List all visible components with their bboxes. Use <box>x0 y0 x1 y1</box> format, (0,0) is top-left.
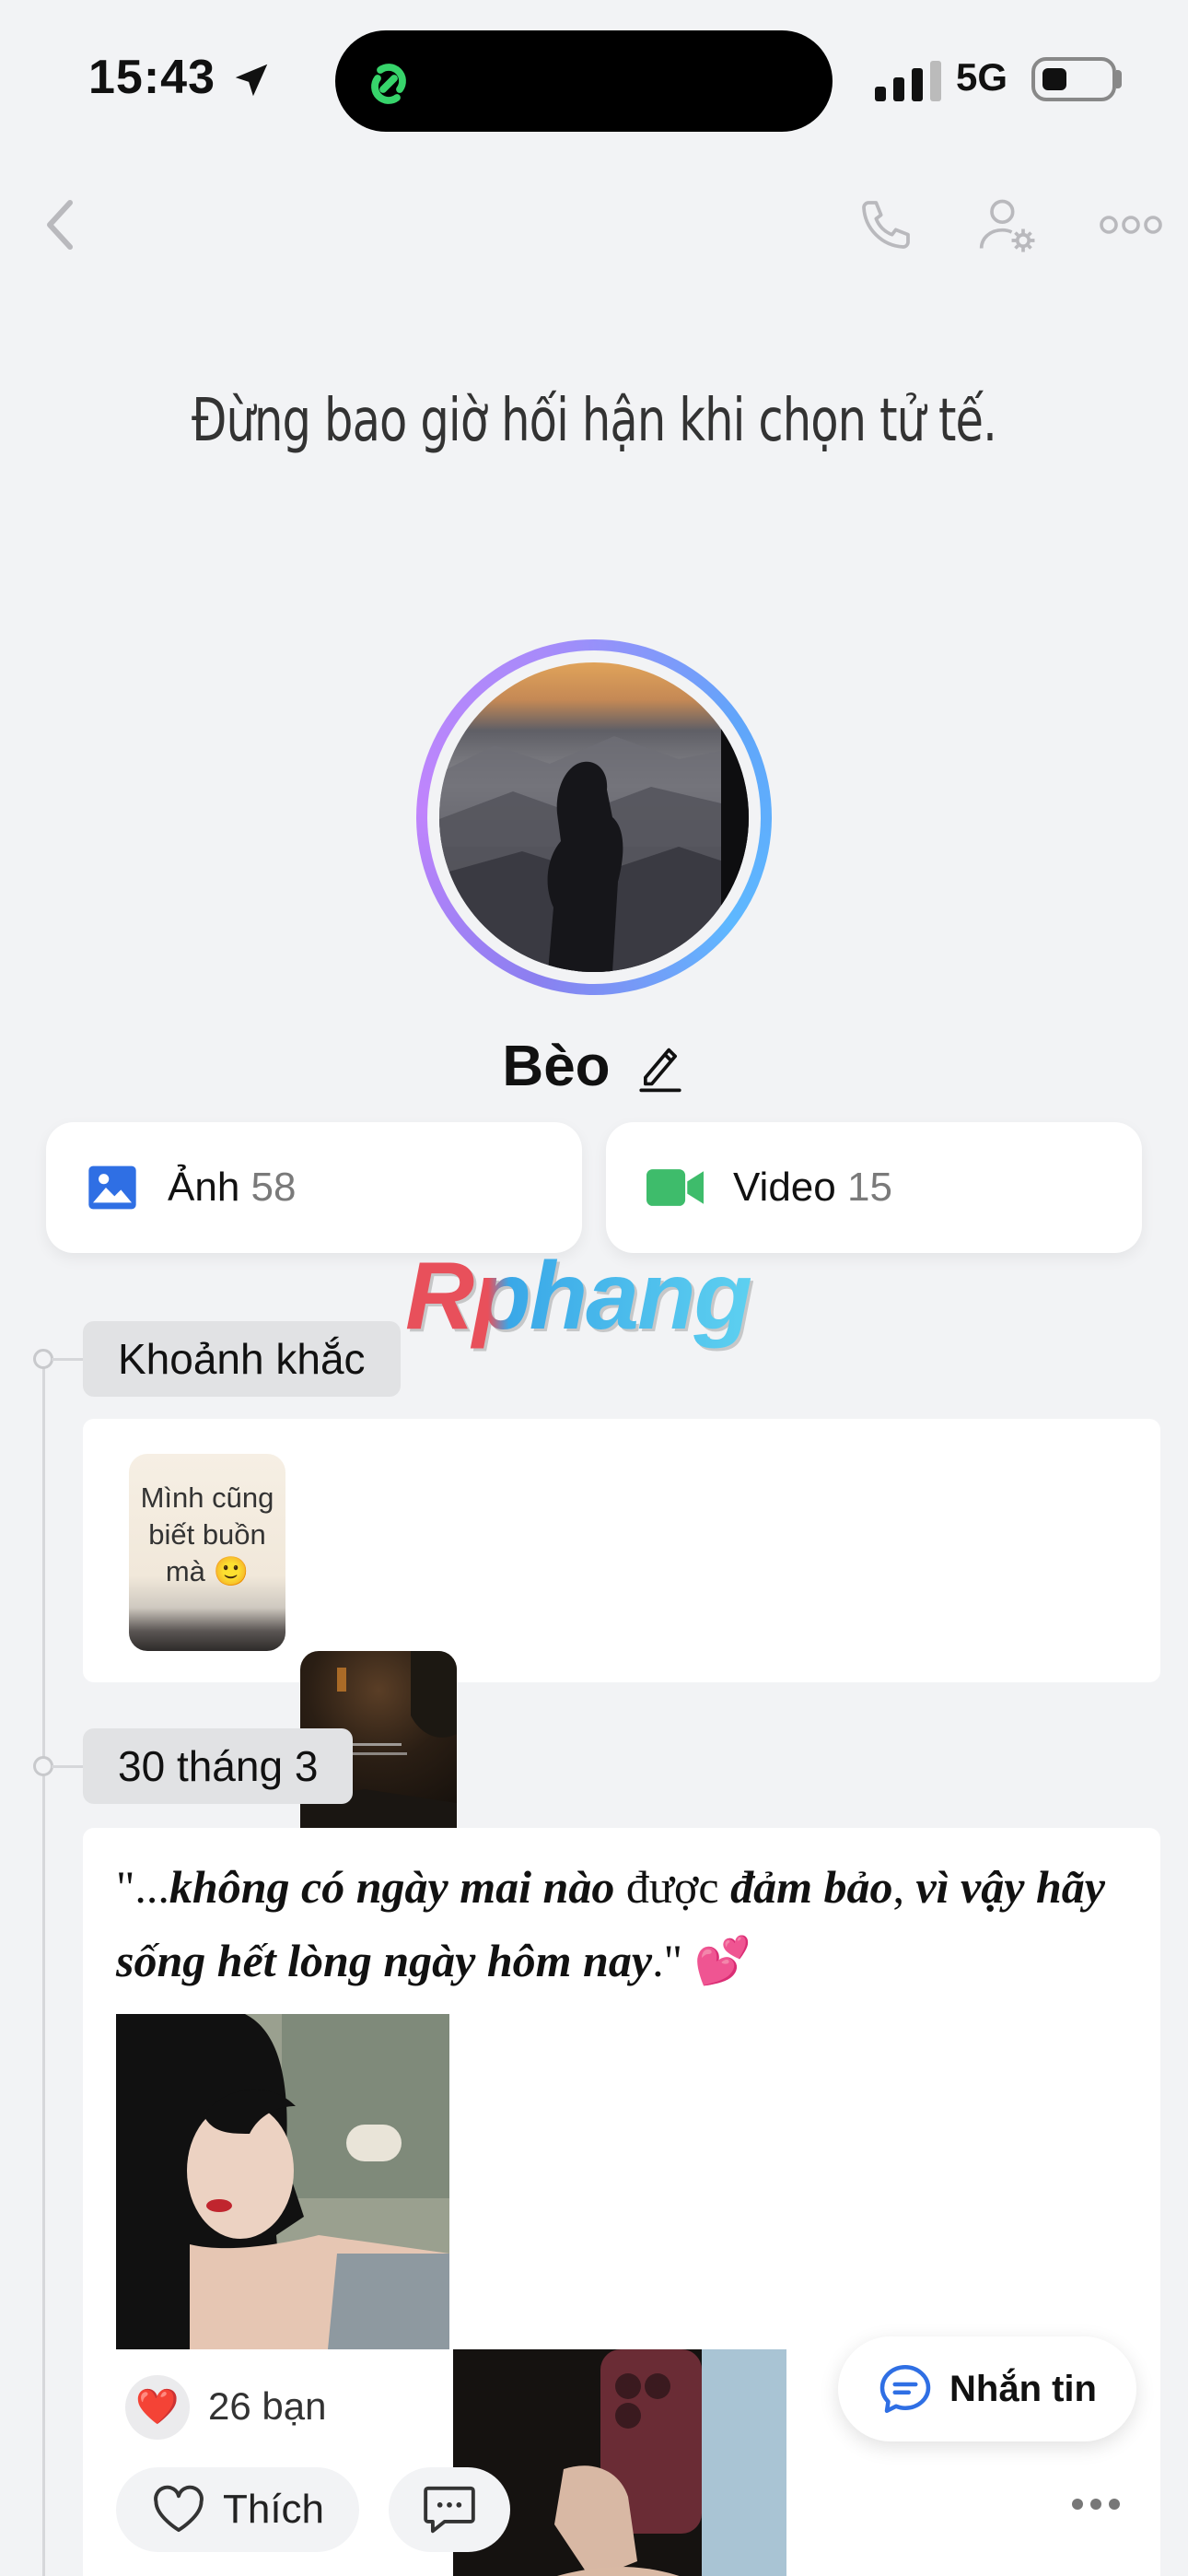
timeline-dot <box>33 1349 53 1369</box>
link-chain-icon <box>371 64 406 104</box>
videos-card[interactable]: Video 15 <box>606 1122 1142 1253</box>
more-horizontal-icon <box>1072 2499 1120 2510</box>
reaction-count[interactable]: 26 bạn <box>208 2384 326 2429</box>
image-icon <box>88 1165 136 1210</box>
avatar-image <box>439 662 749 972</box>
heart-outline-icon <box>154 2485 204 2533</box>
videos-label: Video <box>733 1165 836 1210</box>
moments-label: Khoảnh khắc <box>83 1321 401 1397</box>
caption-part: , <box>892 1861 916 1913</box>
caption-part: "... <box>116 1861 169 1913</box>
post-caption: "...không có ngày mai nào được đảm bảo, … <box>116 1850 1138 1997</box>
location-arrow-icon <box>235 64 268 97</box>
phone-icon <box>862 201 910 249</box>
chat-bubble-icon <box>879 2365 931 2413</box>
like-label: Thích <box>222 2487 325 2532</box>
call-button[interactable] <box>851 190 921 260</box>
photo-image <box>116 2014 449 2349</box>
photos-label: Ảnh <box>168 1165 240 1210</box>
message-button-label: Nhắn tin <box>949 2368 1097 2409</box>
photo-image <box>453 2349 786 2576</box>
comment-icon <box>424 2486 475 2534</box>
post-date-label: 30 tháng 3 <box>83 1728 354 1804</box>
battery-level <box>1042 68 1066 90</box>
videos-count: 15 <box>846 1165 892 1210</box>
user-settings-icon <box>979 199 1035 252</box>
caption-part: ." 💕 <box>652 1935 751 1986</box>
reaction-heart-icon[interactable]: ❤️ <box>125 2375 190 2440</box>
moments-card: Mình cũng biết buồn mà 🙂 <box>83 1419 1160 1848</box>
profile-settings-button[interactable] <box>973 190 1042 260</box>
timeline-dot <box>33 1756 53 1776</box>
caption-part: không có ngày mai nào <box>169 1861 615 1913</box>
back-button[interactable] <box>26 190 96 260</box>
more-options-button[interactable] <box>1094 190 1168 260</box>
profile-name: Bèo <box>502 1035 611 1098</box>
cover-status-text: Đừng bao giờ hối hận khi chọn tử tế. <box>191 387 997 455</box>
comment-button[interactable] <box>389 2467 510 2552</box>
moment-story[interactable]: Mình cũng biết buồn mà 🙂 <box>129 1454 285 1651</box>
photos-card[interactable]: Ảnh 58 <box>46 1122 582 1253</box>
caption-part: đảm bảo <box>730 1861 893 1913</box>
chevron-left-icon <box>47 200 73 250</box>
timeline-line <box>42 1352 45 2576</box>
network-type: 5G <box>956 55 1008 99</box>
post-photo[interactable] <box>453 2349 786 2576</box>
edit-pencil-icon[interactable] <box>635 1039 686 1095</box>
like-button[interactable]: Thích <box>116 2467 359 2552</box>
watermark-logo: Rphang <box>405 1243 752 1350</box>
more-horizontal-icon <box>1100 216 1162 234</box>
video-camera-icon <box>646 1169 704 1206</box>
post-more-button[interactable] <box>1070 2497 1122 2516</box>
moment-text: Mình cũng biết buồn mà 🙂 <box>140 1481 274 1587</box>
post-photo[interactable] <box>116 2014 449 2349</box>
battery-tip <box>1116 70 1122 88</box>
cellular-signal-icon <box>875 61 941 101</box>
avatar[interactable] <box>416 639 772 995</box>
caption-part: được <box>614 1861 731 1913</box>
message-button[interactable]: Nhắn tin <box>838 2336 1136 2441</box>
photos-count: 58 <box>250 1165 297 1210</box>
profile-name-row: Bèo <box>0 1034 1188 1099</box>
status-time: 15:43 <box>88 51 215 104</box>
